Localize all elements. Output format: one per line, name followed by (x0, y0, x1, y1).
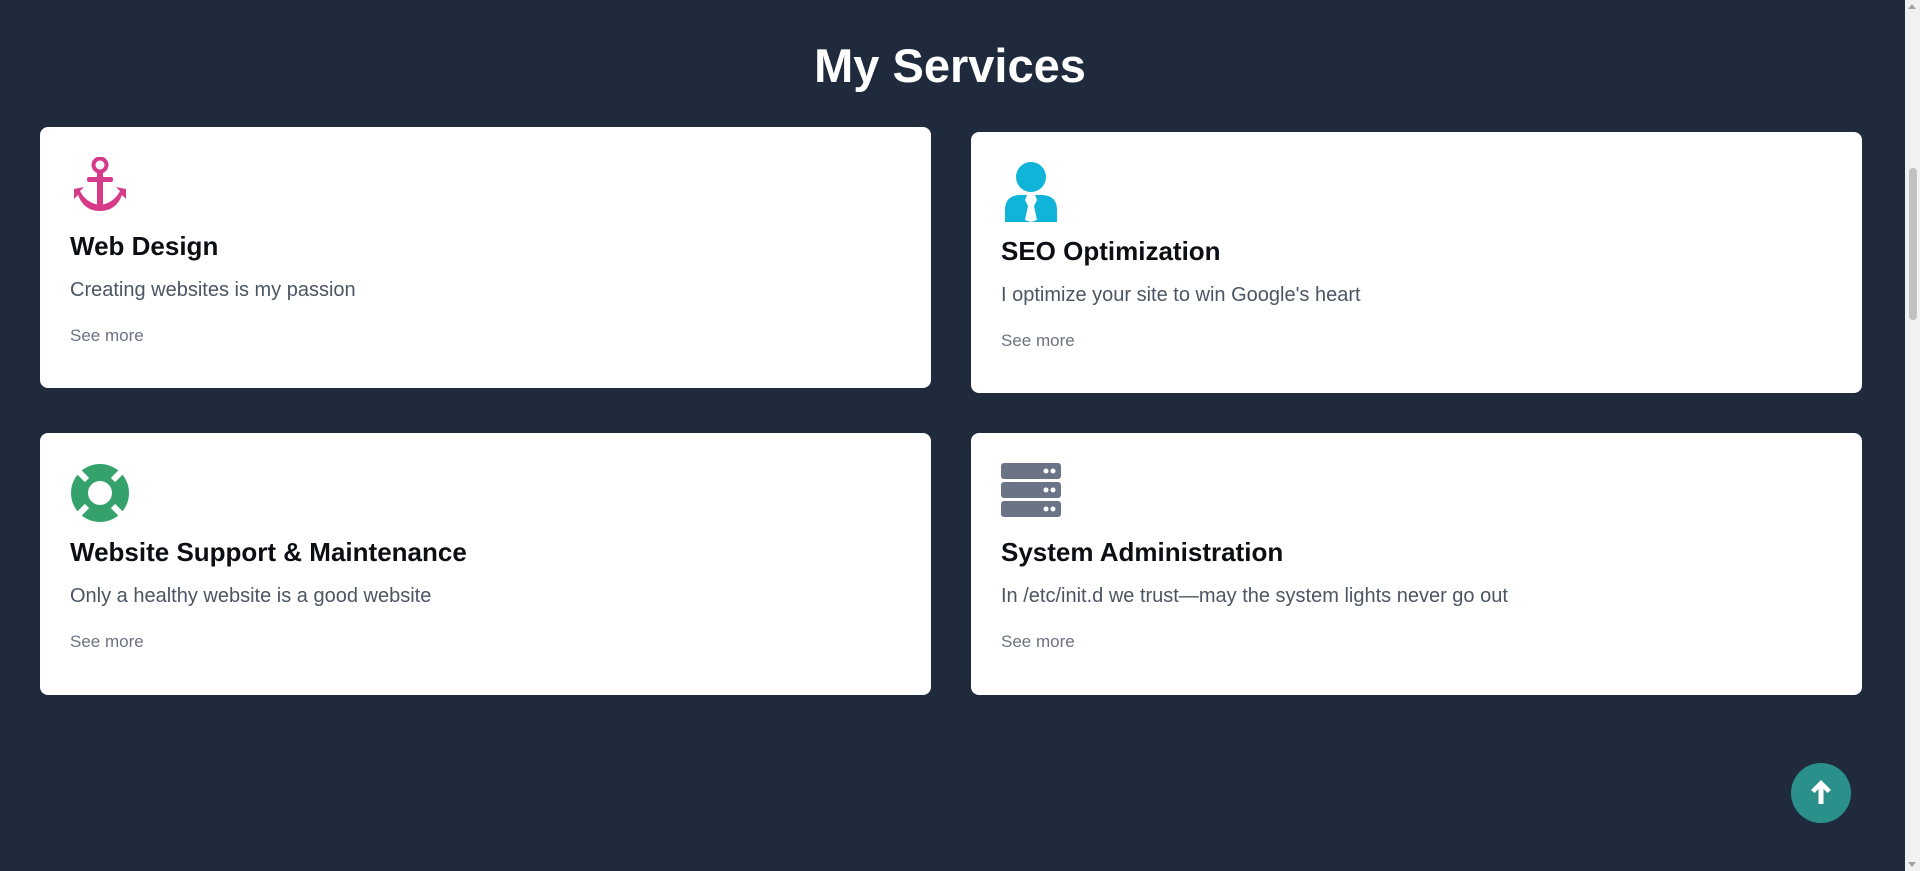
service-card-seo-optimization: SEO Optimization I optimize your site to… (971, 132, 1862, 393)
service-title: System Administration (1001, 537, 1284, 567)
scrollbar-down-arrow-icon[interactable] (1908, 862, 1916, 867)
see-more-link[interactable]: See more (1001, 631, 1075, 653)
service-description: I optimize your site to win Google's hea… (1001, 284, 1361, 306)
see-more-link[interactable]: See more (70, 325, 144, 347)
life-ring-icon (70, 463, 134, 523)
service-title: Website Support & Maintenance (70, 537, 467, 567)
service-title: Web Design (70, 231, 219, 261)
section-title: My Services (814, 39, 1086, 92)
scroll-to-top-button[interactable] (1791, 763, 1851, 823)
anchor-icon (70, 157, 134, 217)
service-description: Only a healthy website is a good website (70, 585, 432, 607)
service-title: SEO Optimization (1001, 236, 1221, 266)
user-tie-icon (1001, 162, 1065, 222)
server-icon (1001, 463, 1065, 523)
service-description: In /etc/init.d we trust—may the system l… (1001, 585, 1508, 607)
vertical-scrollbar[interactable] (1905, 0, 1920, 871)
service-description: Creating websites is my passion (70, 279, 356, 301)
arrow-up-icon (1809, 779, 1833, 808)
service-card-support-maintenance: Website Support & Maintenance Only a hea… (40, 433, 931, 695)
services-page: My Services Web Design Creating websites… (0, 0, 1920, 871)
see-more-link[interactable]: See more (70, 631, 144, 653)
service-card-system-administration: System Administration In /etc/init.d we … (971, 433, 1862, 695)
service-card-web-design: Web Design Creating websites is my passi… (40, 127, 931, 388)
scrollbar-thumb[interactable] (1909, 168, 1917, 320)
scrollbar-up-arrow-icon[interactable] (1908, 4, 1916, 9)
see-more-link[interactable]: See more (1001, 330, 1075, 352)
